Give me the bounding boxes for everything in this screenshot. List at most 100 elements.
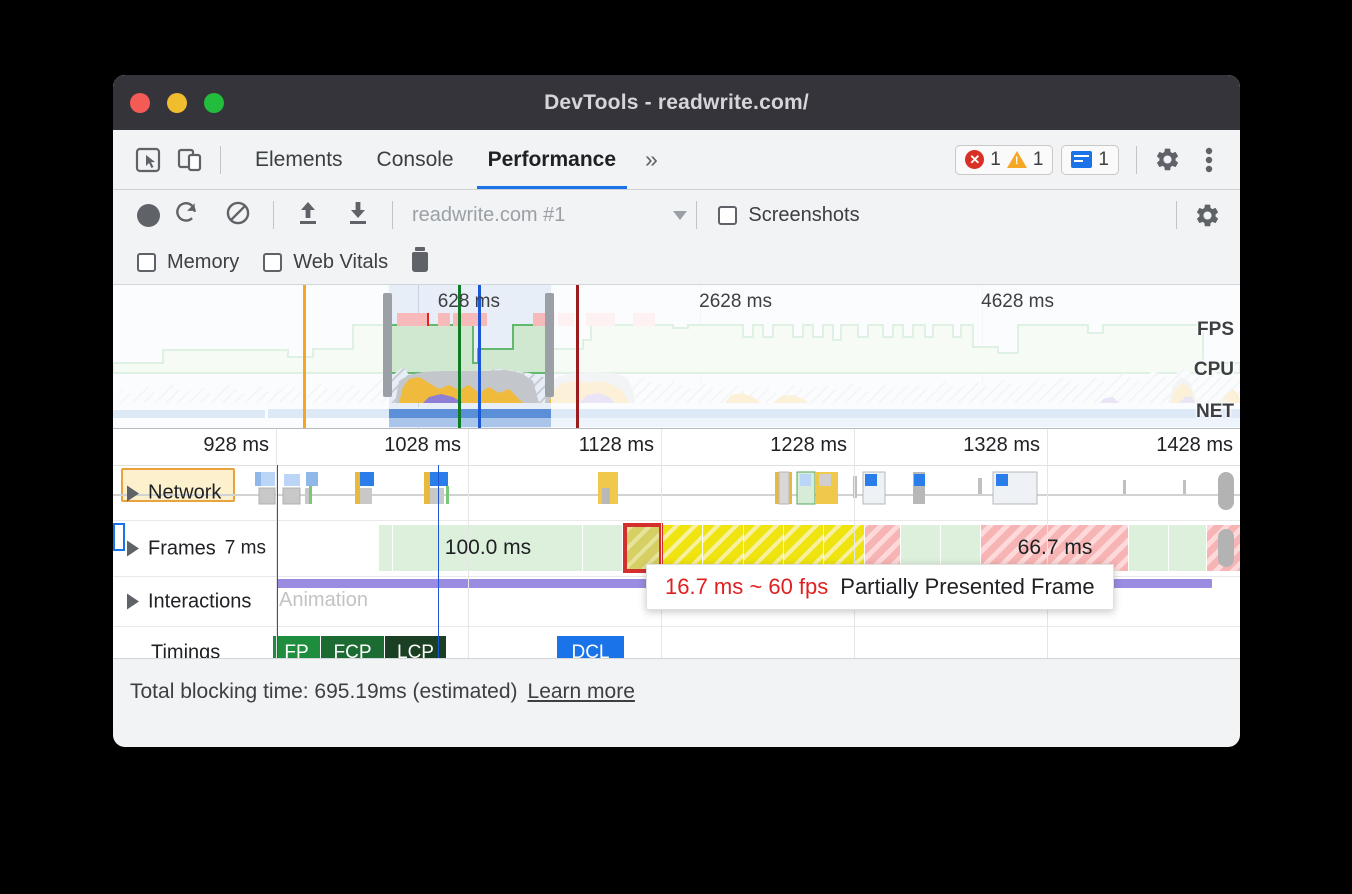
message-icon bbox=[1071, 151, 1092, 168]
track-label-text: Timings bbox=[151, 642, 220, 659]
timing-marker-lcp[interactable]: LCP bbox=[385, 636, 447, 658]
reload-and-record-icon[interactable] bbox=[173, 200, 199, 231]
expand-triangle-icon[interactable] bbox=[127, 485, 139, 501]
error-count: 1 bbox=[990, 149, 1001, 171]
band-label-cpu: CPU bbox=[1194, 359, 1234, 381]
issues-counter[interactable]: ✕ 1 1 bbox=[955, 145, 1053, 175]
timeline-ruler[interactable]: 928 ms 1028 ms 1128 ms 1228 ms 1328 ms 1… bbox=[113, 429, 1240, 466]
overview-time-label: 2628 ms bbox=[699, 291, 772, 313]
frame-tooltip: 16.7 ms ~ 60 fps Partially Presented Fra… bbox=[646, 564, 1114, 610]
interactions-track-label[interactable]: Interactions bbox=[127, 590, 251, 613]
frames-track-label[interactable]: Frames 7 ms bbox=[127, 537, 266, 560]
trash-icon[interactable] bbox=[412, 252, 428, 272]
close-window-button[interactable] bbox=[130, 93, 150, 113]
web-vitals-checkbox[interactable] bbox=[263, 253, 282, 272]
toolbar-divider-4 bbox=[392, 201, 393, 229]
ruler-tick: 1028 ms bbox=[384, 434, 465, 457]
toolbar-divider-6 bbox=[1176, 201, 1177, 229]
tooltip-description: Partially Presented Frame bbox=[840, 574, 1094, 600]
window-title: DevTools - readwrite.com/ bbox=[113, 91, 1240, 115]
error-icon: ✕ bbox=[965, 150, 984, 169]
message-count: 1 bbox=[1098, 149, 1109, 171]
network-track-scrollbar-thumb[interactable] bbox=[1218, 472, 1234, 510]
warning-count: 1 bbox=[1033, 149, 1044, 171]
track-label-text: Interactions bbox=[148, 590, 251, 613]
devtools-window: DevTools - readwrite.com/ Elements Conso… bbox=[113, 75, 1240, 747]
tab-performance[interactable]: Performance bbox=[471, 130, 633, 189]
toolbar-divider-3 bbox=[273, 201, 274, 229]
frame-green[interactable] bbox=[1169, 525, 1207, 571]
overview-pane[interactable]: 628 ms 2628 ms 4628 ms 6628 ms FPS CPU N… bbox=[113, 284, 1240, 429]
maximize-window-button[interactable] bbox=[204, 93, 224, 113]
save-profile-icon[interactable] bbox=[346, 200, 370, 231]
ruler-tick: 1328 ms bbox=[963, 434, 1044, 457]
overview-marker-load bbox=[576, 285, 579, 428]
panel-tabs: Elements Console Performance bbox=[238, 130, 633, 189]
overview-marker-fcp bbox=[303, 285, 306, 428]
traffic-lights bbox=[130, 93, 224, 113]
ruler-tick: 1428 ms bbox=[1156, 434, 1237, 457]
timing-marker-dcl[interactable]: DCL bbox=[557, 636, 625, 658]
tab-console[interactable]: Console bbox=[360, 130, 471, 189]
band-label-fps: FPS bbox=[1197, 319, 1234, 341]
learn-more-link[interactable]: Learn more bbox=[528, 680, 635, 704]
animation-event-label: Animation bbox=[279, 589, 368, 612]
timings-track-label: Timings bbox=[151, 642, 220, 659]
overview-selection-handle-right[interactable] bbox=[545, 293, 554, 397]
overview-selection-handle-left[interactable] bbox=[383, 293, 392, 397]
total-blocking-time-text: Total blocking time: 695.19ms (estimated… bbox=[130, 680, 518, 704]
overview-time-label: 4628 ms bbox=[981, 291, 1054, 313]
minimize-window-button[interactable] bbox=[167, 93, 187, 113]
window-titlebar: DevTools - readwrite.com/ bbox=[113, 75, 1240, 130]
load-profile-icon[interactable] bbox=[296, 200, 320, 231]
messages-counter[interactable]: 1 bbox=[1061, 145, 1119, 175]
memory-checkbox-row[interactable]: Memory bbox=[137, 251, 239, 274]
chevron-down-icon[interactable] bbox=[673, 211, 687, 220]
track-label-text: Network bbox=[148, 482, 221, 505]
memory-label: Memory bbox=[167, 251, 239, 274]
network-track-label[interactable]: Network bbox=[127, 482, 221, 505]
cursor-select-icon[interactable] bbox=[127, 139, 169, 181]
tabbar-right-group: ✕ 1 1 1 bbox=[955, 139, 1240, 181]
tabbar-divider-2 bbox=[1136, 146, 1137, 174]
ruler-tick: 928 ms bbox=[203, 434, 273, 457]
timeline-pane[interactable]: 928 ms 1028 ms 1128 ms 1228 ms 1328 ms 1… bbox=[113, 429, 1240, 658]
timing-marker-fcp[interactable]: FCP bbox=[321, 636, 385, 658]
clear-icon[interactable] bbox=[225, 200, 251, 231]
gear-icon[interactable] bbox=[1146, 139, 1188, 181]
memory-checkbox[interactable] bbox=[137, 253, 156, 272]
capture-settings-gear-icon[interactable] bbox=[1186, 194, 1228, 236]
network-requests bbox=[113, 466, 1240, 521]
performance-toolbar-secondary: Memory Web Vitals bbox=[113, 240, 1240, 284]
expand-triangle-icon[interactable] bbox=[127, 594, 139, 610]
frame-green[interactable] bbox=[583, 525, 623, 571]
track-label-text: Frames bbox=[148, 537, 216, 560]
overview-dim-left bbox=[113, 285, 389, 428]
frame-green[interactable] bbox=[1129, 525, 1169, 571]
screenshot-root: DevTools - readwrite.com/ Elements Conso… bbox=[0, 0, 1352, 894]
band-label-net: NET bbox=[1196, 401, 1234, 423]
overview-time-label: 628 ms bbox=[438, 291, 500, 313]
profile-selector[interactable]: readwrite.com #1 bbox=[412, 204, 565, 227]
expand-triangle-icon[interactable] bbox=[127, 541, 139, 557]
kebab-menu-icon[interactable] bbox=[1188, 139, 1230, 181]
record-button[interactable] bbox=[137, 204, 160, 227]
screenshots-checkbox-row[interactable]: Screenshots bbox=[718, 204, 859, 227]
screenshots-label: Screenshots bbox=[748, 204, 859, 227]
track-network[interactable]: Network bbox=[113, 466, 1240, 521]
performance-toolbar: readwrite.com #1 Screenshots bbox=[113, 190, 1240, 240]
ruler-tick: 1128 ms bbox=[579, 434, 658, 457]
screenshots-checkbox[interactable] bbox=[718, 206, 737, 225]
more-tabs-icon[interactable]: » bbox=[633, 146, 670, 173]
frame-green[interactable] bbox=[379, 525, 393, 571]
track-timings[interactable]: Timings FP FCP LCP DCL bbox=[113, 627, 1240, 658]
web-vitals-label: Web Vitals bbox=[293, 251, 388, 274]
tab-elements[interactable]: Elements bbox=[238, 130, 360, 189]
toolbar-divider-5 bbox=[696, 201, 697, 229]
device-toolbar-icon[interactable] bbox=[169, 139, 211, 181]
web-vitals-checkbox-row[interactable]: Web Vitals bbox=[263, 251, 388, 274]
devtools-tabbar: Elements Console Performance » ✕ 1 1 1 bbox=[113, 130, 1240, 190]
timing-marker-fp[interactable]: FP bbox=[273, 636, 321, 658]
frames-track-scrollbar-thumb[interactable] bbox=[1218, 529, 1234, 567]
frame-green[interactable] bbox=[393, 525, 583, 571]
